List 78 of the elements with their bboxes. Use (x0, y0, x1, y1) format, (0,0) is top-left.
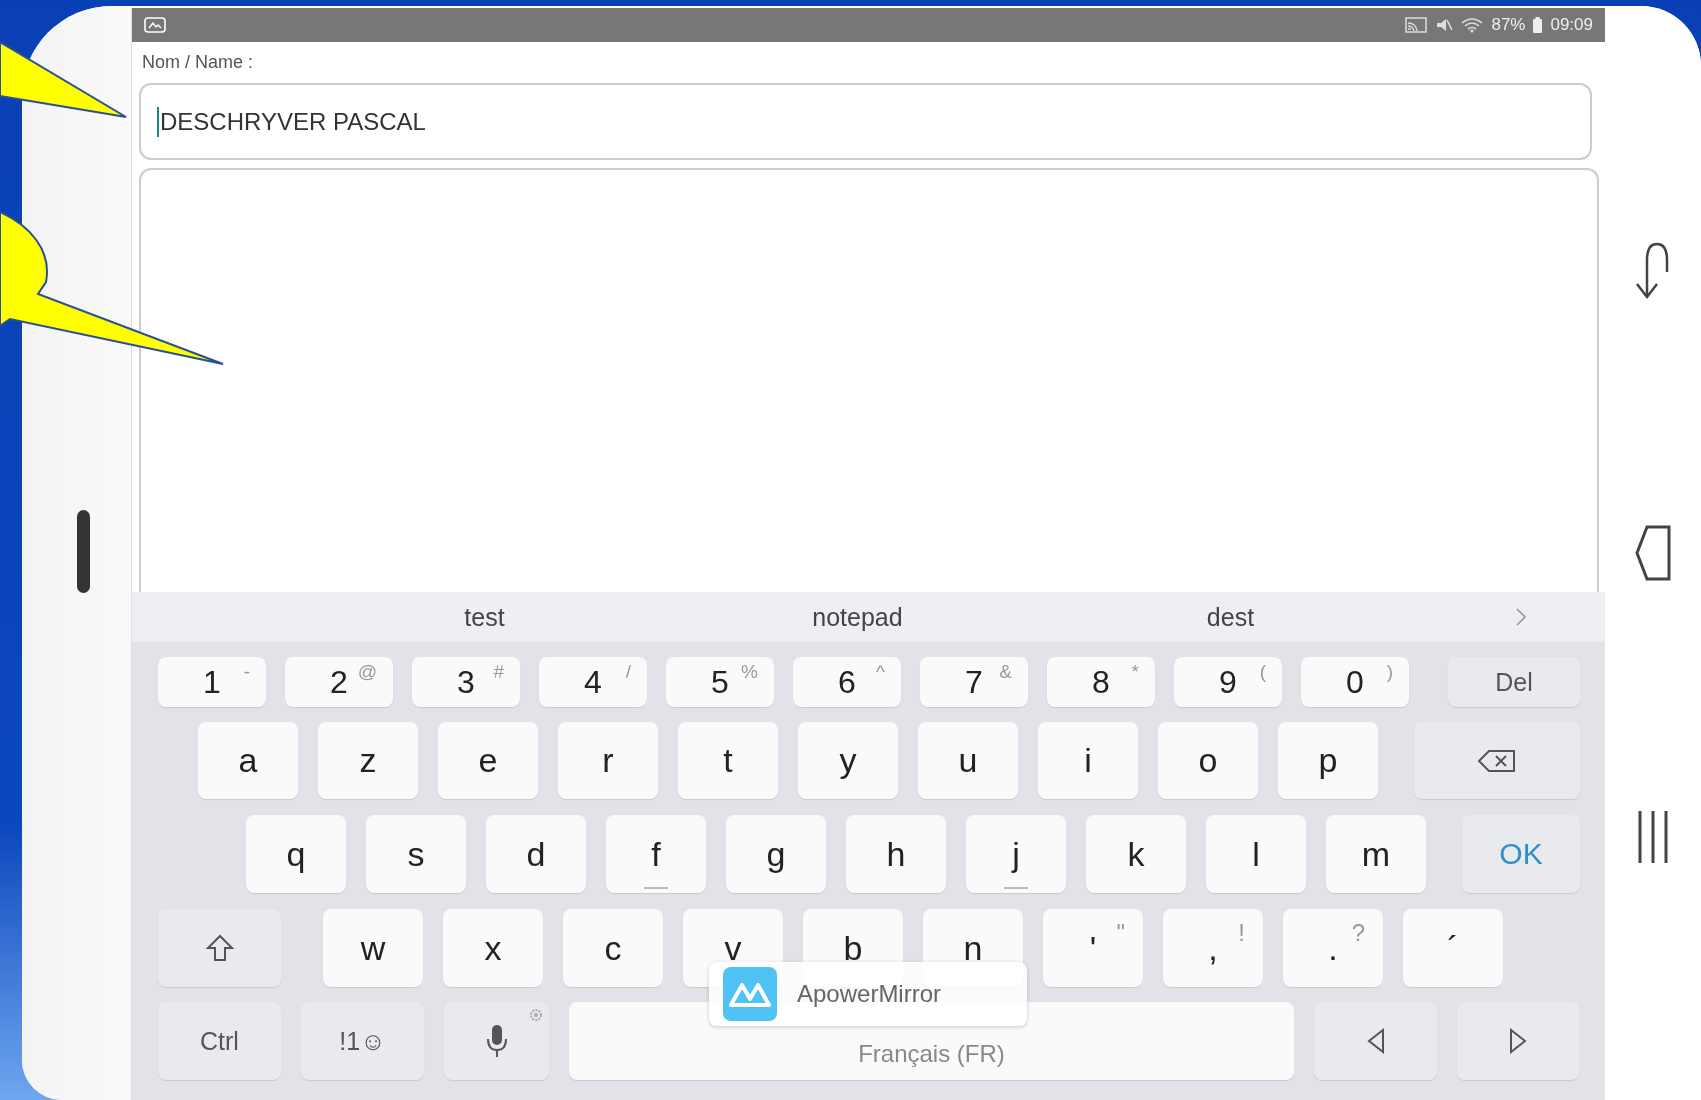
key[interactable]: 4 / (539, 657, 647, 707)
backspace-key[interactable] (1414, 722, 1580, 799)
suggestion[interactable]: notepad (812, 602, 903, 632)
shift-icon (204, 933, 235, 963)
key[interactable]: x (443, 909, 543, 987)
back-icon[interactable] (1633, 525, 1673, 581)
key[interactable]: a (198, 722, 298, 799)
symbol-hint: / (625, 661, 631, 683)
name-field[interactable]: DESCHRYVER PASCAL (139, 83, 1592, 160)
key[interactable]: ' " (1043, 909, 1143, 987)
field-label: Nom / Name : (141, 51, 255, 74)
battery-percent: 87% (1491, 15, 1526, 35)
symbol-hint: " (1116, 919, 1125, 947)
key[interactable]: k (1086, 815, 1186, 893)
suggestion[interactable]: dest (1206, 602, 1255, 632)
chevron-icon[interactable] (1515, 607, 1527, 627)
key[interactable]: j (966, 815, 1066, 893)
key[interactable]: p (1278, 722, 1378, 799)
microphone-key[interactable] (444, 1002, 549, 1080)
key[interactable]: 0 ) (1301, 657, 1409, 707)
key[interactable]: y (798, 722, 898, 799)
key[interactable]: w (323, 909, 423, 987)
key[interactable]: f (606, 815, 706, 893)
symbol-hint: @ (357, 661, 377, 683)
symbol-hint: ( (1259, 661, 1266, 683)
key[interactable]: m (1326, 815, 1426, 893)
symbol-hint: ^ (876, 661, 885, 683)
key[interactable]: t (678, 722, 778, 799)
symbol-hint: % (741, 661, 758, 683)
key[interactable]: . ? (1283, 909, 1383, 987)
key[interactable]: u (918, 722, 1018, 799)
key[interactable]: 8 * (1047, 657, 1155, 707)
symbol-hint: * (1131, 661, 1139, 683)
key[interactable]: 3 # (412, 657, 520, 707)
key[interactable]: c (563, 909, 663, 987)
key[interactable]: l (1206, 815, 1306, 893)
function-key[interactable]: Ctrl (158, 1002, 281, 1080)
gear-icon (529, 1008, 543, 1022)
recent-apps-icon[interactable] (1636, 809, 1670, 865)
key[interactable]: e (438, 722, 538, 799)
text-cursor (157, 106, 159, 137)
microphone-icon (484, 1023, 509, 1059)
symbol-hint: & (999, 661, 1012, 683)
key[interactable]: , ! (1163, 909, 1263, 987)
key[interactable]: s (366, 815, 466, 893)
symbol-hint: ? (1351, 919, 1365, 947)
cast-icon (1405, 17, 1428, 33)
key[interactable]: 1 - (158, 657, 266, 707)
key[interactable]: 2 @ (285, 657, 393, 707)
key[interactable]: q (246, 815, 346, 893)
function-key[interactable]: Del (1448, 657, 1580, 707)
key[interactable]: i (1038, 722, 1138, 799)
function-key[interactable]: !1☺ (301, 1002, 424, 1080)
clock: 09:09 (1550, 15, 1593, 35)
wifi-icon (1461, 17, 1484, 33)
symbol-hint: - (243, 661, 250, 683)
mute-icon (1435, 17, 1454, 33)
key[interactable]: d (486, 815, 586, 893)
key[interactable]: z (318, 722, 418, 799)
key[interactable]: 5 % (666, 657, 774, 707)
suggestion[interactable]: test (464, 602, 505, 632)
key[interactable]: r (558, 722, 658, 799)
key[interactable]: 6 ^ (793, 657, 901, 707)
key[interactable]: o (1158, 722, 1258, 799)
battery-icon (1533, 17, 1543, 33)
key[interactable]: g (726, 815, 826, 893)
app-logo-icon (723, 967, 777, 1021)
gallery-icon (144, 17, 166, 33)
key[interactable]: h (846, 815, 946, 893)
symbol-hint: ) (1386, 661, 1393, 683)
left-triangle-icon (1366, 1028, 1385, 1054)
key[interactable]: ´ (1403, 909, 1503, 987)
key[interactable]: 7 & (920, 657, 1028, 707)
symbol-hint: ! (1238, 919, 1245, 947)
key[interactable]: 9 ( (1174, 657, 1282, 707)
right-triangle-icon (1509, 1028, 1527, 1054)
symbol-hint: # (493, 661, 504, 683)
backspace-icon (1477, 748, 1517, 773)
